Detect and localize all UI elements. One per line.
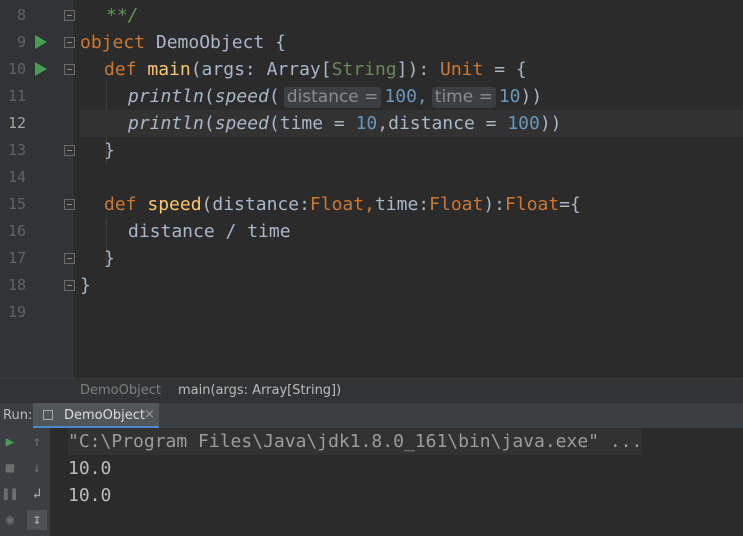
close-icon[interactable]: × xyxy=(144,407,155,422)
object-name: DemoObject { xyxy=(145,32,286,53)
fold-marker-icon[interactable] xyxy=(64,10,75,21)
brace: } xyxy=(80,275,91,296)
code-text: (args: Array[ xyxy=(190,59,332,80)
code-line-8[interactable]: **/ xyxy=(80,2,743,29)
breadcrumb-item-object[interactable]: DemoObject xyxy=(80,379,161,403)
line-number: 12 xyxy=(7,114,26,132)
keyword: object xyxy=(80,32,146,53)
number: 100 xyxy=(507,113,540,134)
line-number: 10 xyxy=(7,60,26,78)
parameter-hint: distance = xyxy=(283,87,382,108)
fold-marker-icon[interactable] xyxy=(64,253,75,264)
function-call: speed xyxy=(214,86,269,107)
console-line: 10.0 xyxy=(68,458,112,479)
line-number: 9 xyxy=(16,33,26,51)
code-text: ( xyxy=(268,86,280,107)
breadcrumb: DemoObject main(args: Array[String]) xyxy=(0,378,743,403)
line-number: 16 xyxy=(7,222,26,240)
code-line-18[interactable]: } xyxy=(80,272,743,299)
console-icon xyxy=(43,410,53,420)
line-number: 17 xyxy=(7,249,26,267)
code-text: ( xyxy=(203,113,215,134)
type: Float xyxy=(505,194,560,215)
code-line-16[interactable]: distance / time xyxy=(80,218,743,245)
code-text: ( xyxy=(203,86,215,107)
tab-title: DemoObject xyxy=(64,408,145,423)
code-line-13[interactable]: } xyxy=(80,137,743,164)
keyword: def xyxy=(104,59,137,80)
number: 10 xyxy=(355,113,378,134)
type: Float xyxy=(429,194,484,215)
function-name: main xyxy=(147,59,191,80)
fold-marker-icon[interactable] xyxy=(64,280,75,291)
type-param: String xyxy=(331,59,397,80)
code-text: = { xyxy=(483,59,527,80)
rerun-icon[interactable]: ▶ xyxy=(0,432,20,452)
run-label: Run: xyxy=(3,408,33,423)
number: 100, xyxy=(384,86,428,107)
comment-end: **/ xyxy=(106,5,139,26)
brace: } xyxy=(104,140,115,161)
code-line-11[interactable]: println(speed(distance = 100, time = 10)) xyxy=(80,83,743,110)
code-text: distance / time xyxy=(128,221,291,242)
code-text: ={ xyxy=(559,194,581,215)
line-number: 8 xyxy=(16,6,26,24)
stop-icon[interactable]: ■ xyxy=(0,458,20,478)
function-call: speed xyxy=(214,113,269,134)
type: Unit xyxy=(440,59,484,80)
console-output[interactable]: "C:\Program Files\Java\jdk1.8.0_161\bin\… xyxy=(50,428,743,536)
function-call: println xyxy=(128,113,204,134)
code-line-15[interactable]: def speed(distance:Float,time:Float):Flo… xyxy=(80,191,743,218)
code-text: )) xyxy=(520,86,543,107)
code-editor[interactable]: 8 9 10 11 12 13 14 15 16 17 18 19 **/ ob… xyxy=(0,0,743,378)
run-tab-bar: Run: DemoObject × xyxy=(0,402,743,429)
code-line-17[interactable]: } xyxy=(80,245,743,272)
code-line-9[interactable]: object DemoObject { xyxy=(80,29,743,56)
fold-marker-icon[interactable] xyxy=(64,37,75,48)
console-line: 10.0 xyxy=(68,485,112,506)
fold-marker-icon[interactable] xyxy=(64,145,75,156)
line-number: 11 xyxy=(7,87,26,105)
arrow-down-icon[interactable]: ↓ xyxy=(27,458,47,478)
console-command-line: "C:\Program Files\Java\jdk1.8.0_161\bin\… xyxy=(68,428,643,455)
code-text: (time = xyxy=(268,113,356,134)
camera-icon[interactable]: ◉ xyxy=(0,510,20,530)
pause-icon[interactable]: ❚❚ xyxy=(0,484,20,504)
keyword: def xyxy=(104,194,137,215)
line-gutter: 8 9 10 11 12 13 14 15 16 17 18 19 xyxy=(0,0,75,378)
code-text: time: xyxy=(374,194,430,215)
arrow-up-icon[interactable]: ↑ xyxy=(27,432,47,452)
code-text: ): xyxy=(483,194,506,215)
line-number: 15 xyxy=(7,195,26,213)
parameter-hint: time = xyxy=(431,87,496,108)
line-number: 18 xyxy=(7,276,26,294)
brace: } xyxy=(104,248,115,269)
line-number: 14 xyxy=(7,168,26,186)
function-call: println xyxy=(128,86,204,107)
function-name: speed xyxy=(147,194,202,215)
run-object-icon[interactable] xyxy=(35,35,47,49)
scroll-to-end-icon[interactable]: ↧ xyxy=(27,510,47,530)
tab-demoobject[interactable]: DemoObject × xyxy=(33,403,159,429)
type: Float, xyxy=(309,194,375,215)
code-text: ,distance = xyxy=(377,113,508,134)
code-line-10[interactable]: def main(args: Array[String]): Unit = { xyxy=(80,56,743,83)
fold-marker-icon[interactable] xyxy=(64,199,75,210)
code-text: (distance: xyxy=(201,194,310,215)
fold-marker-icon[interactable] xyxy=(64,64,75,75)
breadcrumb-item-method[interactable]: main(args: Array[String]) xyxy=(178,379,341,403)
run-main-icon[interactable] xyxy=(35,62,47,76)
code-line-14[interactable] xyxy=(80,164,743,191)
line-number: 13 xyxy=(7,141,26,159)
code-text: )) xyxy=(539,113,562,134)
code-text: ]): xyxy=(396,59,440,80)
code-line-12[interactable]: println(speed(time = 10,distance = 100)) xyxy=(80,110,743,137)
run-toolbar: ▶ ↑ ■ ↓ ❚❚ ↲ ◉ ↧ xyxy=(0,428,50,536)
line-number: 19 xyxy=(7,303,26,321)
soft-wrap-icon[interactable]: ↲ xyxy=(27,484,47,504)
number: 10 xyxy=(498,86,521,107)
